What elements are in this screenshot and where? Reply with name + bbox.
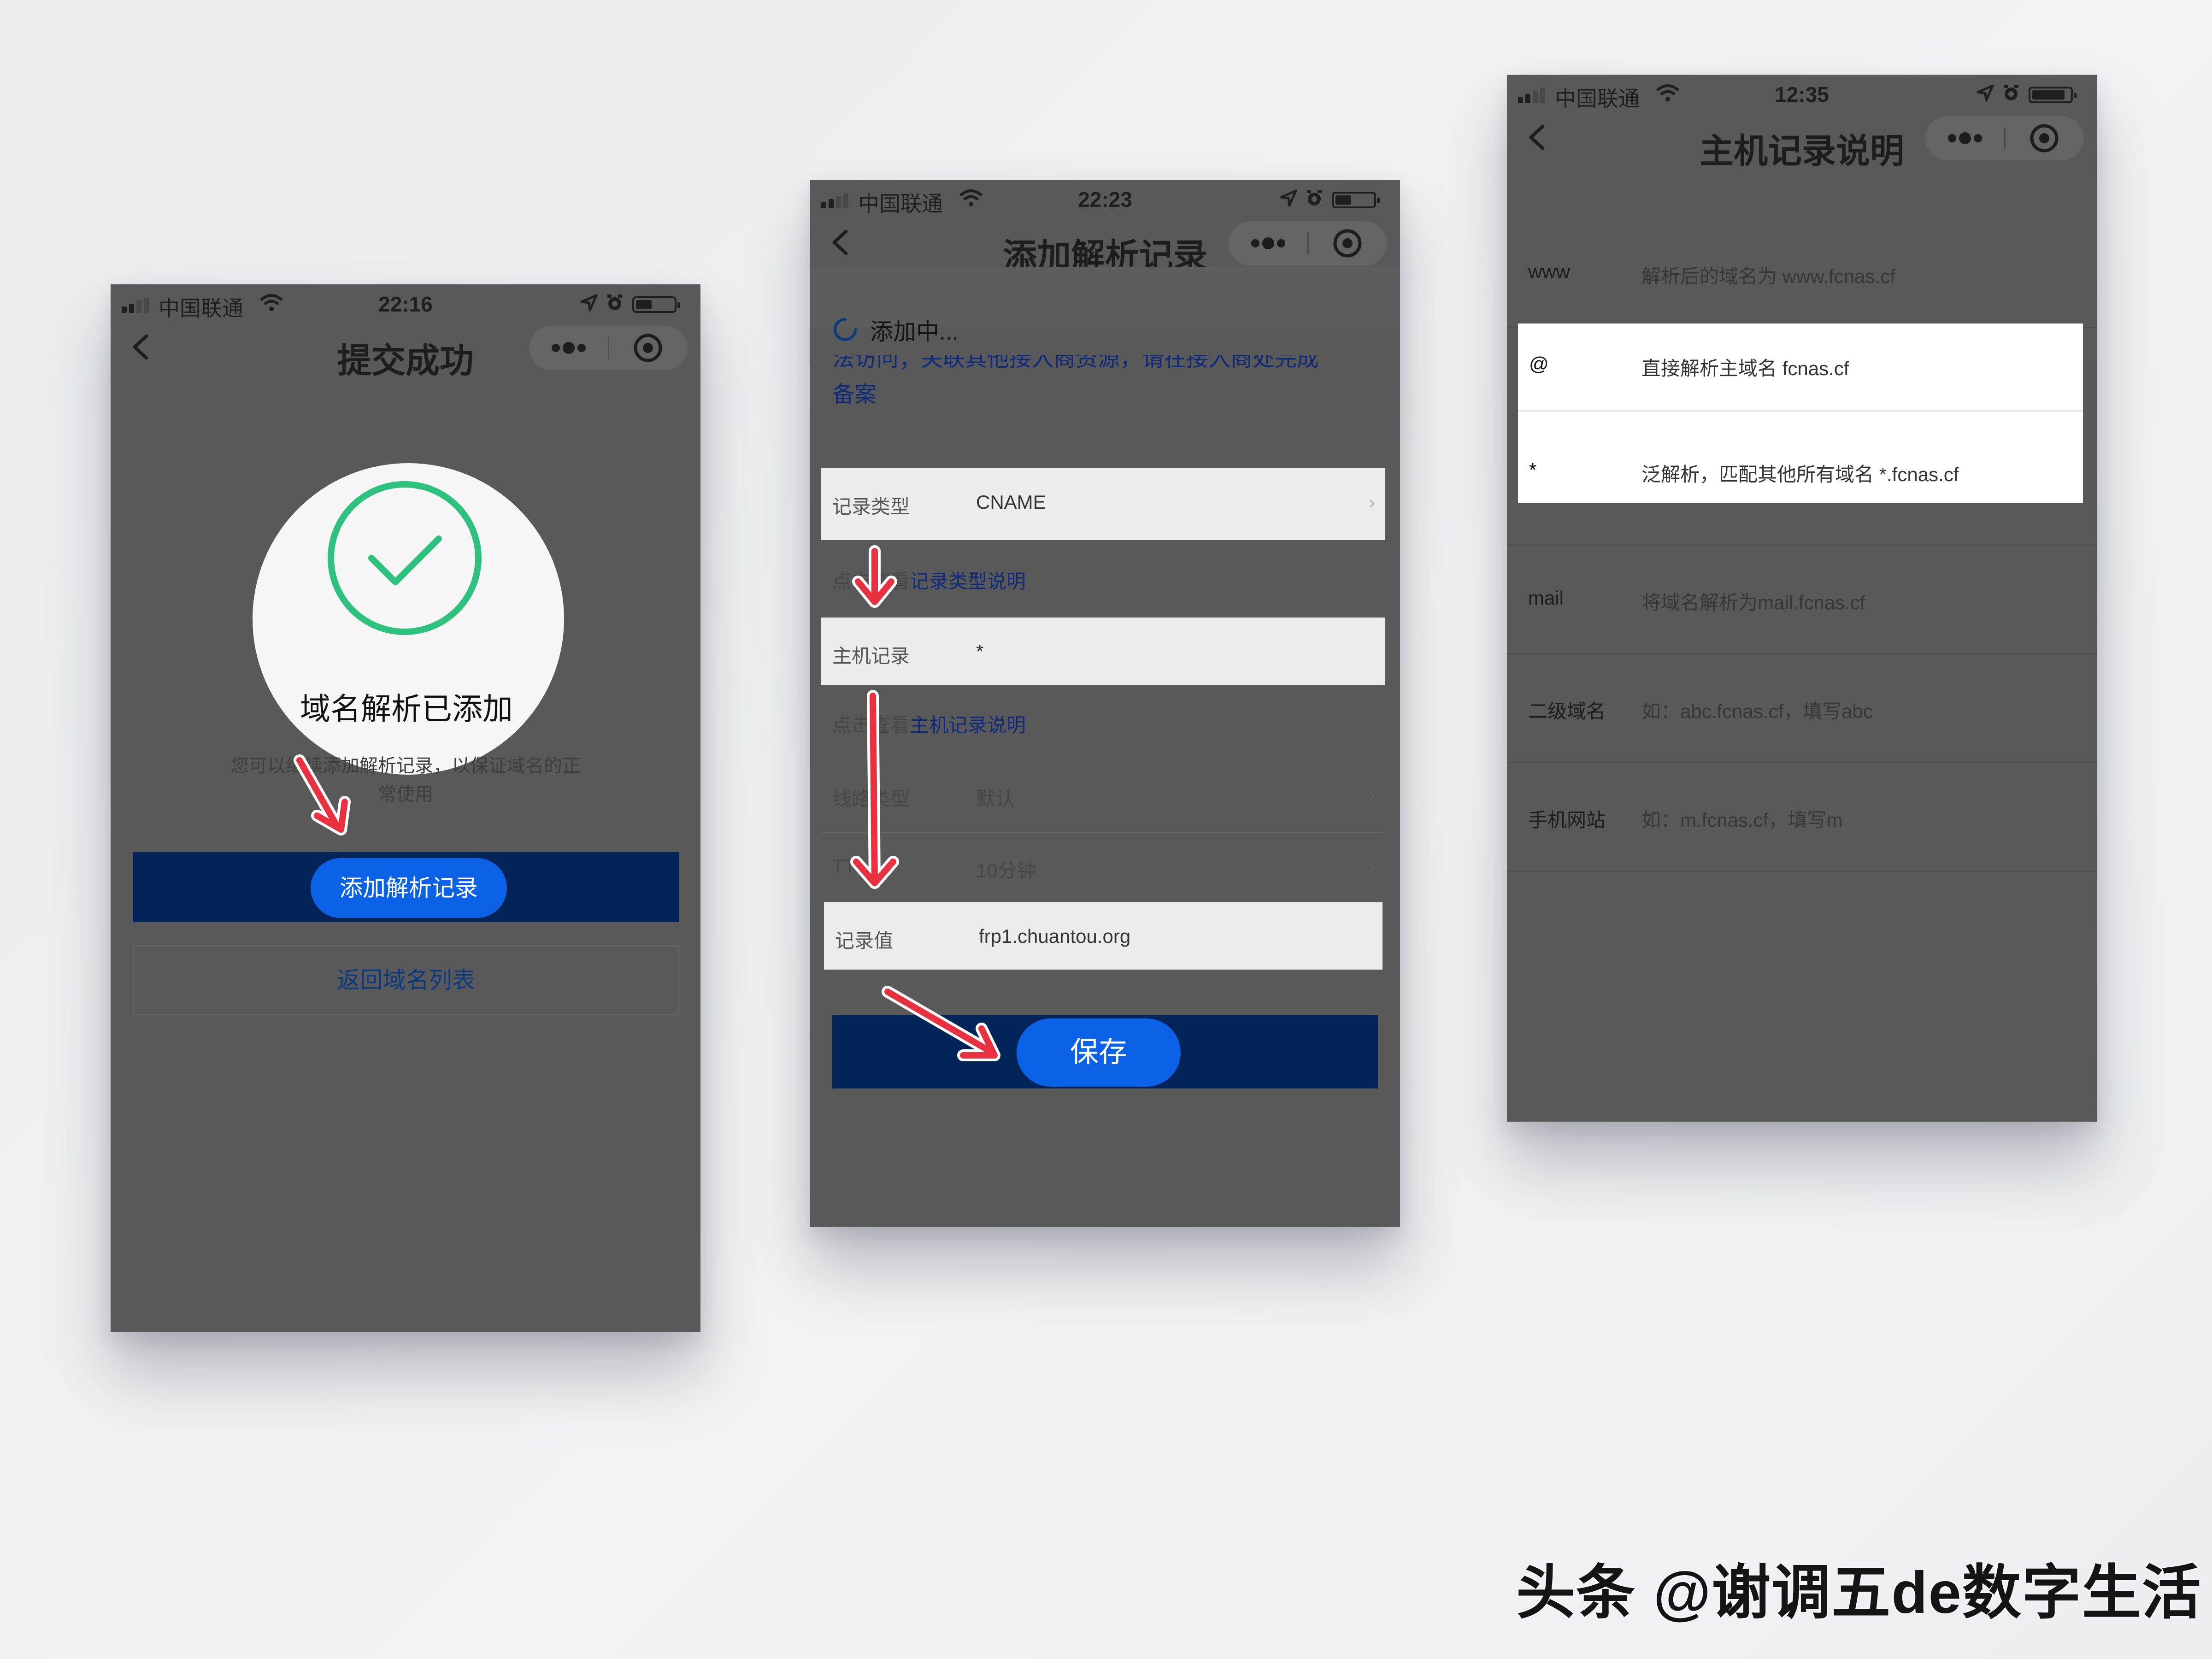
line-type-row[interactable]: 线路类型 默认 › bbox=[821, 760, 1385, 833]
mini-program-capsule bbox=[1229, 221, 1387, 265]
chevron-right-icon: › bbox=[1369, 855, 1375, 877]
record-key: 二级域名 bbox=[1528, 700, 1606, 722]
row-label: TTL bbox=[832, 855, 867, 877]
location-icon bbox=[580, 294, 598, 312]
row-label: 线路类型 bbox=[832, 788, 910, 810]
record-desc: 如：m.fcnas.cf，填写m bbox=[1641, 809, 1843, 831]
row-label: 记录类型 bbox=[832, 496, 910, 518]
record-row-at: @ 直接解析主域名 fcnas.cf bbox=[1518, 324, 2083, 411]
watermark: 头条 @谢调五de数字生活 bbox=[1516, 1560, 2202, 1626]
status-bar: 中国联通 22:23 bbox=[810, 180, 1400, 217]
host-record-help-link[interactable]: 主机记录说明 bbox=[910, 714, 1026, 736]
nav-bar: 提交成功 bbox=[111, 321, 700, 380]
loading-text: 添加中... bbox=[870, 319, 959, 345]
host-record-input[interactable]: * bbox=[976, 641, 983, 663]
hint-prefix: 点击查看 bbox=[832, 571, 910, 592]
notice-text: 法访问；关联其他接入商资源，请在接入商处完成 备案 bbox=[832, 355, 1385, 429]
battery-icon bbox=[1332, 192, 1380, 208]
chevron-right-icon: › bbox=[1369, 491, 1375, 513]
row-label: 记录值 bbox=[835, 930, 894, 952]
check-icon bbox=[328, 481, 482, 635]
target-icon[interactable] bbox=[2005, 116, 2084, 160]
status-bar: 中国联通 12:35 bbox=[1507, 75, 2097, 112]
more-icon[interactable] bbox=[529, 326, 608, 370]
record-row-mail: mail 将域名解析为mail.fcnas.cf bbox=[1507, 546, 2097, 654]
mini-program-capsule bbox=[1925, 116, 2084, 160]
host-record-row[interactable]: 主机记录 * bbox=[821, 618, 1385, 685]
record-row-mobile-site: 手机网站 如：m.fcnas.cf，填写m bbox=[1507, 763, 2097, 872]
save-button[interactable]: 保存 bbox=[1017, 1018, 1181, 1087]
location-icon bbox=[1977, 84, 1994, 102]
battery-icon bbox=[632, 296, 680, 313]
record-type-help-link[interactable]: 记录类型说明 bbox=[910, 571, 1026, 592]
success-desc-line: 您可以继续添加解析记录，以保证域名的正 bbox=[230, 756, 581, 776]
chevron-right-icon: › bbox=[1369, 783, 1375, 805]
record-type-hint: 点击查看记录类型说明 bbox=[832, 566, 1026, 594]
record-desc: 解析后的域名为 www.fcnas.cf bbox=[1641, 265, 1895, 287]
battery-icon bbox=[2029, 87, 2077, 103]
phone-screen-host-record-help: 中国联通 12:35 主机记录说明 www 解析后的域名为 www.fcnas.… bbox=[1507, 75, 2097, 1122]
record-key: * bbox=[1529, 459, 1537, 481]
record-desc: 直接解析主域名 fcnas.cf bbox=[1641, 358, 1849, 379]
record-type-row[interactable]: 记录类型 CNAME › bbox=[821, 468, 1385, 540]
record-row-wildcard: * 泛解析，匹配其他所有域名 *.fcnas.cf bbox=[1518, 411, 2083, 503]
nav-bar: 主机记录说明 bbox=[1507, 112, 2097, 170]
back-to-domain-list-button[interactable]: 返回域名列表 bbox=[133, 945, 679, 1015]
record-key: 手机网站 bbox=[1528, 809, 1606, 831]
line-type-value: 默认 bbox=[976, 788, 1015, 810]
success-description: 您可以继续添加解析记录，以保证域名的正 常使用 bbox=[203, 752, 608, 809]
record-type-value: CNAME bbox=[976, 491, 1046, 513]
nav-bar: 添加解析记录 bbox=[810, 217, 1400, 275]
location-icon bbox=[1280, 189, 1297, 207]
notice-line: 备案 bbox=[832, 382, 877, 407]
alarm-icon bbox=[1307, 190, 1322, 206]
record-value-row[interactable]: 记录值 frp1.chuantou.org bbox=[824, 902, 1382, 970]
status-bar: 中国联通 22:16 bbox=[111, 284, 700, 321]
alarm-icon bbox=[607, 294, 622, 310]
record-desc: 将域名解析为mail.fcnas.cf bbox=[1641, 592, 1865, 613]
hint-prefix: 点击查看 bbox=[832, 714, 910, 736]
ttl-row[interactable]: TTL 10分钟 › bbox=[821, 832, 1385, 905]
phone-screen-submit-success: 中国联通 22:16 提交成功 域名解析已添加 您可以继续添加解析记录，以保证域… bbox=[111, 284, 700, 1332]
record-value-input[interactable]: frp1.chuantou.org bbox=[979, 925, 1130, 947]
host-record-hint: 点击查看主机记录说明 bbox=[832, 710, 1026, 738]
ttl-value: 10分钟 bbox=[976, 860, 1036, 882]
success-desc-line: 常使用 bbox=[378, 784, 433, 805]
target-icon[interactable] bbox=[1308, 221, 1387, 265]
row-label: 主机记录 bbox=[832, 645, 910, 667]
notice-line: 法访问；关联其他接入商资源，请在接入商处完成 bbox=[832, 355, 1319, 371]
alarm-icon bbox=[2004, 85, 2018, 100]
record-key: mail bbox=[1528, 587, 1564, 609]
add-record-button[interactable]: 添加解析记录 bbox=[311, 858, 507, 918]
record-key: @ bbox=[1529, 353, 1549, 375]
record-desc: 如：abc.fcnas.cf，填写abc bbox=[1641, 700, 1873, 722]
phone-screen-add-record: 中国联通 22:23 添加解析记录 法访问；关联其他接入商资源，请在接入商处完成… bbox=[810, 180, 1400, 1227]
record-desc: 泛解析，匹配其他所有域名 *.fcnas.cf bbox=[1641, 464, 1959, 485]
target-icon[interactable] bbox=[608, 326, 688, 370]
highlighted-records: @ 直接解析主域名 fcnas.cf * 泛解析，匹配其他所有域名 *.fcna… bbox=[1518, 324, 2083, 503]
more-icon[interactable] bbox=[1229, 221, 1308, 265]
record-key: www bbox=[1528, 261, 1570, 282]
more-icon[interactable] bbox=[1925, 116, 2005, 160]
record-row-subdomain: 二级域名 如：abc.fcnas.cf，填写abc bbox=[1507, 654, 2097, 763]
spinner-icon bbox=[834, 318, 857, 341]
mini-program-capsule bbox=[529, 326, 688, 370]
success-title: 域名解析已添加 bbox=[300, 692, 513, 726]
record-row-www: www 解析后的域名为 www.fcnas.cf bbox=[1507, 219, 2097, 328]
